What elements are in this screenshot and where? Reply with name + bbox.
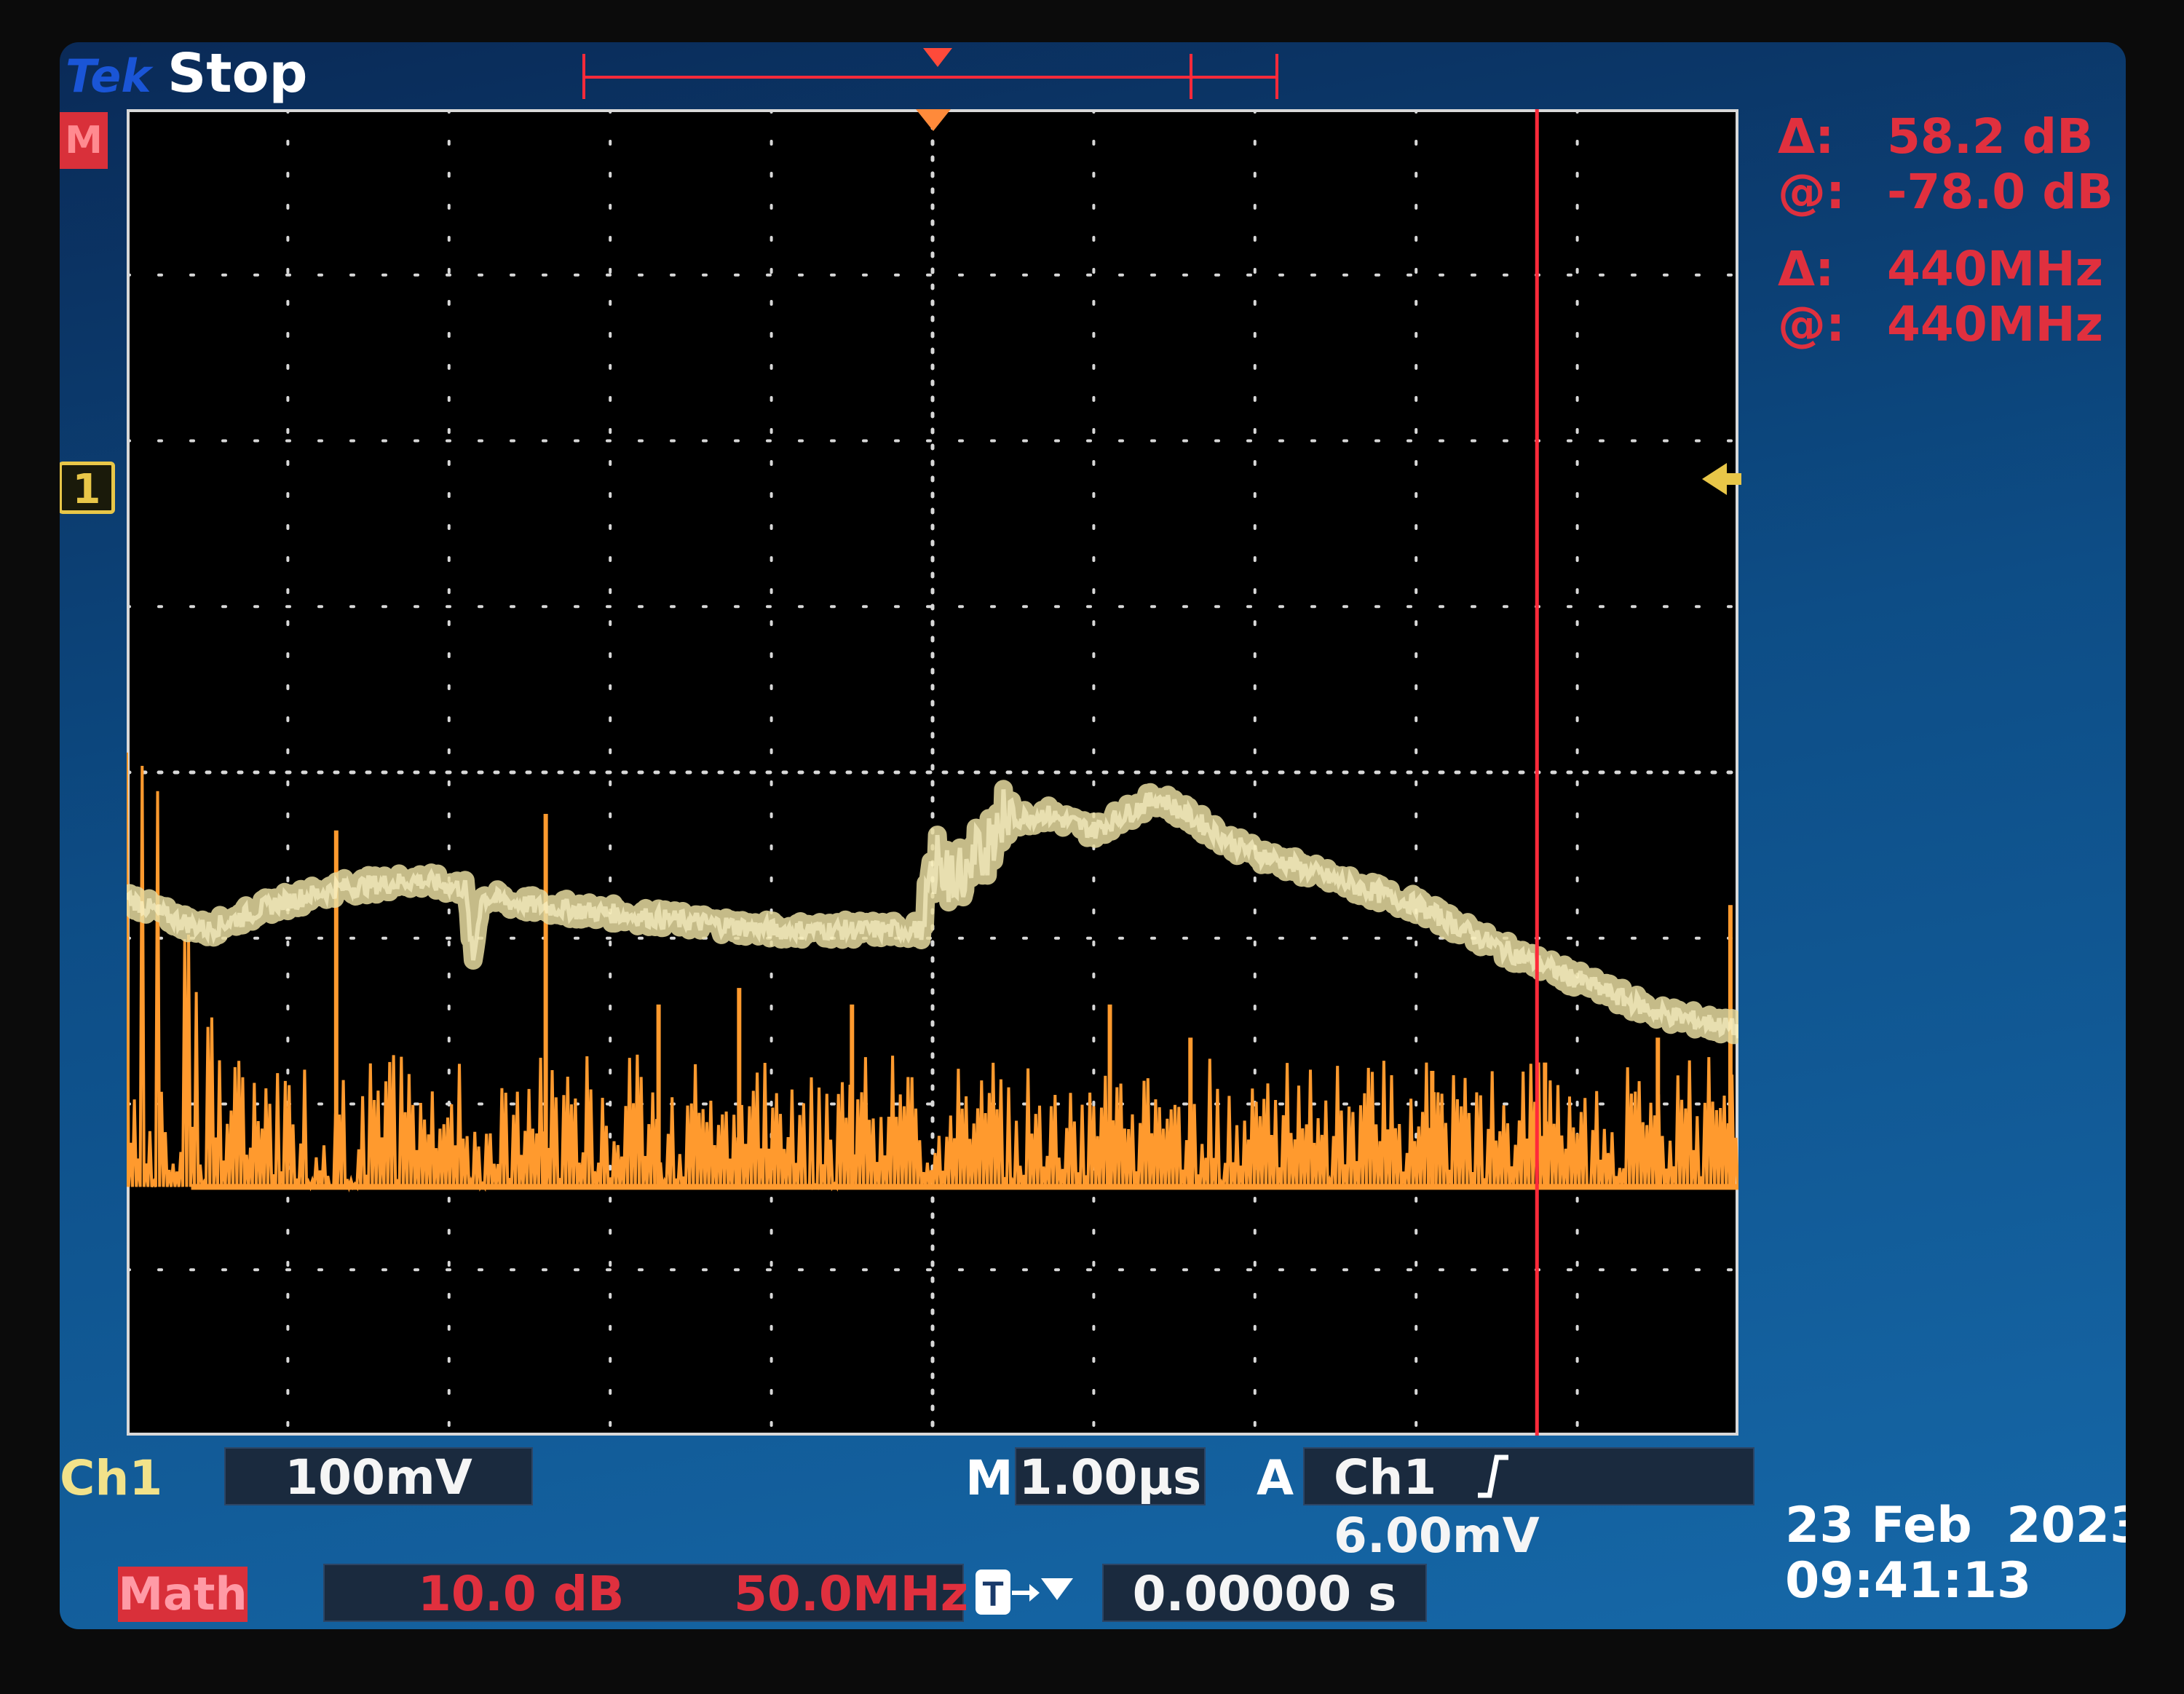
ch1-scale-readout[interactable]: 100mV <box>224 1447 533 1505</box>
brand-logo: Tek <box>66 50 151 103</box>
trigger-level-arrow-icon <box>1702 463 1741 495</box>
math-readout[interactable]: 10.0 dB 50.0MHz <box>323 1564 968 1622</box>
trigger-position-icon: T <box>976 1570 1073 1615</box>
amplitude-at-readout: @: -78.0 dB <box>1778 164 2113 220</box>
date: 23 Feb 2023 <box>1785 1497 2126 1554</box>
math-spectrum-floor <box>191 1184 1738 1190</box>
time: 09:41:13 <box>1785 1552 2032 1610</box>
timebase-label: M <box>965 1450 1013 1506</box>
math-scale: 10.0 dB <box>418 1566 625 1622</box>
amplitude-delta-readout: Δ: 58.2 dB <box>1778 108 2094 165</box>
ch1-label: Ch1 <box>60 1450 163 1506</box>
ch1-waveform-band <box>117 780 1748 1045</box>
trigger-source: Ch1 <box>1334 1449 1437 1505</box>
trigger-label: A <box>1257 1450 1294 1506</box>
record-position-bar <box>582 48 1278 99</box>
trigger-readout[interactable]: Ch1 6.00mV <box>1303 1447 1754 1564</box>
waveform-graticule <box>117 107 1748 1438</box>
trigger-position-readout[interactable]: 0.00000 s <box>1102 1564 1427 1622</box>
cursor-readout-panel: Δ: 58.2 dB @: -78.0 dB Δ: 440MHz @: 440MHz <box>1778 108 2113 352</box>
acquisition-status: Stop <box>167 42 308 105</box>
rising-edge-icon <box>1478 1454 1509 1498</box>
trigger-position-icon <box>923 48 952 67</box>
trigger-level: 6.00mV <box>1334 1508 1540 1564</box>
waveform-display <box>117 107 1748 1438</box>
channel-1-marker[interactable]: 1 <box>60 462 115 514</box>
oscilloscope-screen: Tek Stop M 1 Δ: 58.2 dB @: -78.0 dB Δ: 440M… <box>60 42 2126 1629</box>
timebase-readout[interactable]: 1.00µs <box>1015 1447 1206 1505</box>
frequency-delta-readout: Δ: 440MHz <box>1778 241 2104 297</box>
math-span: 50.0MHz <box>734 1566 969 1622</box>
svg-text:T: T <box>982 1575 1003 1614</box>
trigger-marker-icon <box>916 109 951 131</box>
date-time: 23 Feb 2023 09:41:13 <box>1785 1498 2126 1609</box>
frequency-at-readout: @: 440MHz <box>1778 296 2104 352</box>
memory-marker: M <box>60 112 108 169</box>
